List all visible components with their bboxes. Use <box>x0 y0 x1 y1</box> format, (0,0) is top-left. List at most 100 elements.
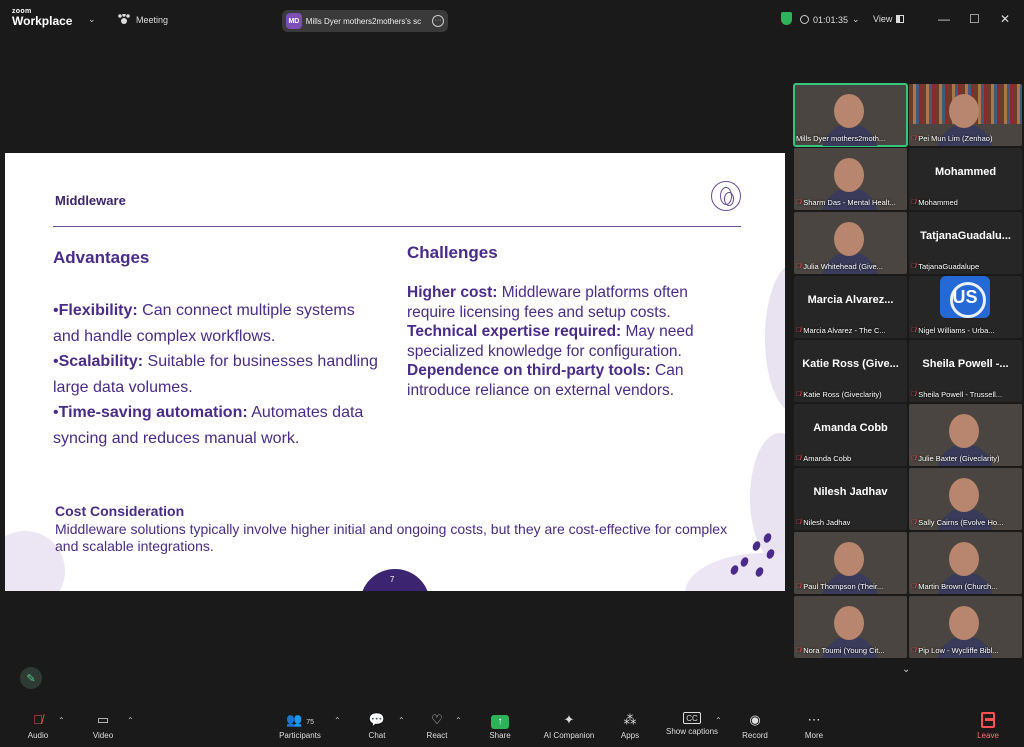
participant-name-label: 🎙̸ Katie Ross (Giveclarity) <box>796 390 882 399</box>
divider <box>53 226 741 227</box>
participant-tile[interactable]: 🎙̸ Sally Cairns (Evolve Ho... <box>909 468 1022 530</box>
react-options-caret[interactable]: ⌃ <box>455 716 462 725</box>
participant-name: Sharm Das - Mental Healt... <box>803 198 896 207</box>
participant-tile[interactable]: 🎙̸ Julie Baxter (Giveclarity) <box>909 404 1022 466</box>
zoom-window: zoom Workplace ⌄ Meeting MD Mills Dyer m… <box>0 0 1024 747</box>
cost-text: Middleware solutions typically involve h… <box>55 521 728 554</box>
heart-icon: ♡ <box>431 712 443 727</box>
cc-icon: CC <box>683 712 701 724</box>
participant-tile[interactable]: 🎙̸ Martin Brown (Church... <box>909 532 1022 594</box>
mic-muted-icon: 🎙̸ <box>796 391 802 398</box>
close-button[interactable]: ✕ <box>1000 12 1010 26</box>
maximize-button[interactable]: ☐ <box>969 12 980 26</box>
meeting-timer[interactable]: 01:01:35 ⌄ <box>800 14 860 25</box>
view-button[interactable]: View <box>873 14 905 24</box>
participant-logo: US <box>940 276 990 318</box>
share-label: Share <box>489 731 511 740</box>
leave-button[interactable]: Leave <box>953 712 1023 740</box>
gallery-scroll-down-icon[interactable]: ⌄ <box>902 664 910 675</box>
more-icon: ⋯ <box>807 712 821 727</box>
participant-tile[interactable]: 🎙̸ Pip Low - Wycliffe Bibl... <box>909 596 1022 658</box>
logo-bottom: Workplace <box>12 14 73 28</box>
participant-name-label: 🎙̸ Mohammed <box>911 198 958 207</box>
participant-name: Julia Whitehead (Give... <box>803 262 883 271</box>
mic-muted-icon: 🎙̸ <box>796 519 802 526</box>
ai-companion-button[interactable]: ✦ AI Companion <box>534 712 604 740</box>
participant-tile[interactable]: 🎙̸ Julia Whitehead (Give... <box>794 212 907 274</box>
participants-options-caret[interactable]: ⌃ <box>334 716 341 725</box>
video-options-caret[interactable]: ⌃ <box>127 716 134 725</box>
participant-tile[interactable]: 🎙̸ Pei Mun Lim (Zenhao) <box>909 84 1022 146</box>
leave-icon <box>981 712 995 728</box>
participant-tile[interactable]: Sheila Powell -... 🎙̸ Sheila Powell - Trus… <box>909 340 1022 402</box>
participant-video-face <box>834 542 864 576</box>
annotate-pen-icon[interactable]: ✎ <box>20 667 42 689</box>
participant-tile[interactable]: 🎙̸ Sharm Das - Mental Healt... <box>794 148 907 210</box>
participant-name-label: 🎙̸ Sheila Powell - Trussell... <box>911 390 1002 399</box>
participant-name: Julie Baxter (Giveclarity) <box>918 454 1000 463</box>
security-shield-icon[interactable] <box>781 12 792 25</box>
participant-name: Sheila Powell - Trussell... <box>918 390 1003 399</box>
mic-muted-icon: 🎙̸ <box>796 583 802 590</box>
screen-share-indicator[interactable]: MD Mills Dyer mothers2mothers's sc ··· <box>282 10 448 32</box>
audio-options-caret[interactable]: ⌃ <box>58 716 65 725</box>
participant-display-name: Amanda Cobb <box>813 422 888 434</box>
video-label: Video <box>92 731 114 740</box>
participant-tile[interactable]: Nilesh Jadhav 🎙̸ Nilesh Jadhav <box>794 468 907 530</box>
audio-label: Audio <box>27 731 49 740</box>
participant-tile[interactable]: 🎙̸ Nora Toumi (Young Cit... <box>794 596 907 658</box>
participant-tile[interactable]: Mills Dyer mothers2moth... <box>793 83 908 147</box>
participant-name: Nilesh Jadhav <box>803 518 851 527</box>
slide-decoration <box>765 263 785 413</box>
participant-name: Martin Brown (Church... <box>918 582 998 591</box>
mic-muted-icon: 🎙̸ <box>796 327 802 334</box>
participant-name: Marcia Alvarez - The C... <box>803 326 886 335</box>
participant-video-face <box>949 94 979 128</box>
participant-video-face <box>834 94 864 128</box>
chevron-down-icon: ⌄ <box>852 14 860 24</box>
participant-tile[interactable]: Mohammed 🎙̸ Mohammed <box>909 148 1022 210</box>
participants-icon: 👥 75 <box>286 712 314 727</box>
meeting-label: Meeting <box>136 14 169 25</box>
participant-name: Katie Ross (Giveclarity) <box>803 390 882 399</box>
participant-name-label: 🎙̸ Sally Cairns (Evolve Ho... <box>911 518 1003 527</box>
chat-icon: 💬 <box>368 712 386 727</box>
challenge-item: Higher cost: Middleware platforms often … <box>407 284 688 321</box>
more-button[interactable]: ⋯ More <box>779 712 849 740</box>
chevron-down-icon[interactable]: ⌄ <box>88 14 96 25</box>
apps-button[interactable]: ⁂ Apps <box>595 712 665 740</box>
advantages-heading: Advantages <box>53 248 150 267</box>
clock-icon <box>800 15 809 24</box>
participant-tile[interactable]: US 🎙̸ Nigel Williams - Urba... <box>909 276 1022 338</box>
participant-display-name: TatjanaGuadalu... <box>920 230 1011 242</box>
page-number-badge <box>360 569 430 591</box>
mic-muted-icon: 🎙̸ <box>796 455 802 462</box>
participant-video-face <box>834 222 864 256</box>
participant-tile[interactable]: Katie Ross (Give... 🎙̸ Katie Ross (Givecla… <box>794 340 907 402</box>
participant-tile[interactable]: 🎙̸ Paul Thompson (Their... <box>794 532 907 594</box>
participant-tile[interactable]: TatjanaGuadalu... 🎙̸ TatjanaGuadalupe <box>909 212 1022 274</box>
title-bar: zoom Workplace ⌄ Meeting MD Mills Dyer m… <box>0 0 1024 38</box>
participant-tile[interactable]: Amanda Cobb 🎙̸ Amanda Cobb <box>794 404 907 466</box>
mic-muted-icon: 🎙̸ <box>796 263 802 270</box>
page-number: 7 <box>390 575 395 584</box>
challenges-heading: Challenges <box>407 243 498 262</box>
participant-tile[interactable]: Marcia Alvarez... 🎙̸ Marcia Alvarez - The … <box>794 276 907 338</box>
sparkle-icon: ✦ <box>563 712 575 727</box>
share-button[interactable]: ↑ Share <box>465 712 535 740</box>
camera-icon: ▭ <box>96 712 110 727</box>
minimize-button[interactable]: — <box>938 12 950 26</box>
participant-name: Nora Toumi (Young Cit... <box>803 646 885 655</box>
challenge-item: Dependence on third-party tools: Can int… <box>407 362 684 399</box>
challenges-list: Higher cost: Middleware platforms often … <box>407 283 737 400</box>
participant-name-label: 🎙̸ Nora Toumi (Young Cit... <box>796 646 885 655</box>
participants-button[interactable]: 👥 75 Participants <box>265 712 335 740</box>
mic-muted-icon: 🎙̸ <box>33 712 43 727</box>
participant-name-label: Mills Dyer mothers2moth... <box>796 134 885 143</box>
participant-name: TatjanaGuadalupe <box>918 262 980 271</box>
meeting-menu[interactable]: Meeting <box>118 14 168 25</box>
mic-muted-icon: 🎙̸ <box>911 391 917 398</box>
more-options-icon[interactable]: ··· <box>432 15 444 27</box>
participant-name-label: 🎙̸ Pei Mun Lim (Zenhao) <box>911 134 992 143</box>
record-label: Record <box>742 731 768 740</box>
